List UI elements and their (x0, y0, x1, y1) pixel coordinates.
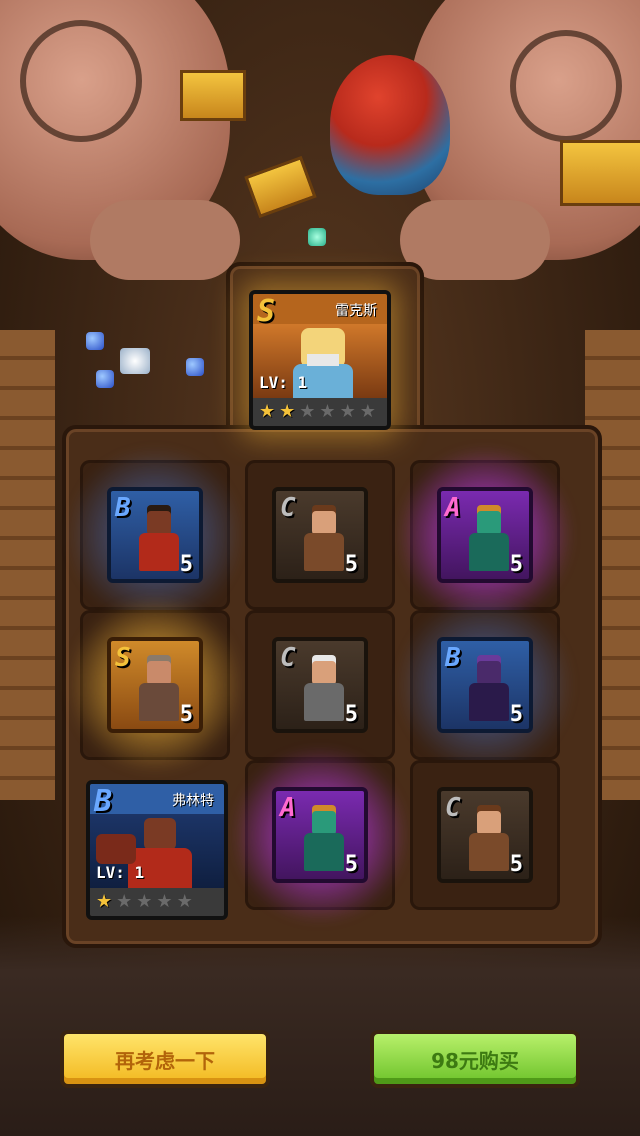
hero-slot: A 5 (231, 746, 409, 924)
rarity-label: A (445, 493, 461, 523)
hero-slot: C 5 (231, 596, 409, 774)
rarity-label: C (280, 493, 296, 523)
star-empty-icon: ★ (299, 401, 316, 422)
gold-bar-icon (244, 155, 317, 219)
hero-name: 弗林特 (172, 793, 214, 809)
hand-right (400, 200, 550, 280)
reconsider-button[interactable]: 再考虑一下 (60, 1030, 270, 1088)
hero-tile[interactable]: C 5 (272, 487, 368, 583)
star-empty-icon: ★ (116, 891, 133, 912)
gold-pile-icon (180, 70, 246, 121)
hero-sprite (135, 511, 183, 573)
star-empty-icon: ★ (176, 891, 193, 912)
level-label: 5 (344, 552, 358, 577)
star-empty-icon: ★ (339, 401, 356, 422)
hero-sprite (300, 511, 348, 573)
hero-tile[interactable]: A 5 (272, 787, 368, 883)
hero-tile[interactable]: S 5 (107, 637, 203, 733)
level-label: 5 (179, 702, 193, 727)
star-empty-icon: ★ (136, 891, 153, 912)
hand-left (90, 200, 240, 280)
hero-level: LV: 1 (96, 863, 145, 882)
star-filled-icon: ★ (96, 891, 113, 912)
game-scene: S 雷克斯 LV: 1 ★ ★ ★ ★ ★ ★ B 5 C 5 A 5 S 5 … (0, 0, 640, 1136)
rarity-label: S (115, 643, 131, 673)
hero-slot: A 5 (396, 446, 574, 624)
rarity-label: B (115, 493, 131, 523)
level-label: 5 (179, 552, 193, 577)
rooster-decoration (330, 55, 450, 195)
star-empty-icon: ★ (156, 891, 173, 912)
hero-slot: C 5 (396, 746, 574, 924)
wooden-wall-left (0, 330, 55, 800)
hero-sprite (300, 811, 348, 873)
featured-hero-card[interactable]: S 雷克斯 LV: 1 ★ ★ ★ ★ ★ ★ (249, 290, 391, 430)
rarity-label: A (280, 793, 296, 823)
level-label: 5 (344, 852, 358, 877)
hero-slot: B 5 (66, 446, 244, 624)
level-label: 5 (509, 852, 523, 877)
star-rating: ★ ★ ★ ★ ★ ★ (253, 398, 387, 426)
hero-slot: C 5 (231, 446, 409, 624)
blue-gem-icon (96, 370, 114, 388)
gold-chest-icon (560, 140, 640, 206)
bottom-decoration (0, 916, 640, 1136)
blue-gem-icon (86, 332, 104, 350)
hero-sprite (300, 661, 348, 723)
hero-sprite (135, 661, 183, 723)
star-empty-icon: ★ (319, 401, 336, 422)
hero-sprite (465, 661, 513, 723)
rarity-label: C (445, 793, 461, 823)
hero-tile[interactable]: C 5 (272, 637, 368, 733)
hero-sprite (465, 811, 513, 873)
silver-ore-icon (120, 348, 150, 374)
hero-tile[interactable]: A 5 (437, 487, 533, 583)
level-label: 5 (509, 702, 523, 727)
green-gem-icon (308, 228, 326, 246)
star-filled-icon: ★ (259, 401, 276, 422)
buy-button[interactable]: 98元购买 (370, 1030, 580, 1088)
hero-level: LV: 1 (259, 373, 308, 392)
star-rating: ★ ★ ★ ★ ★ (90, 888, 224, 916)
hero-slot: B 5 (396, 596, 574, 774)
hero-name: 雷克斯 (335, 303, 377, 319)
level-label: 5 (344, 702, 358, 727)
hero-tile[interactable]: B 5 (107, 487, 203, 583)
star-empty-icon: ★ (359, 401, 376, 422)
rarity-label: C (280, 643, 296, 673)
level-label: 5 (509, 552, 523, 577)
bottom-hero-card[interactable]: B 弗林特 LV: 1 ★ ★ ★ ★ ★ (86, 780, 228, 920)
hero-tile[interactable]: B 5 (437, 637, 533, 733)
blue-gem-icon (186, 358, 204, 376)
hero-tile[interactable]: C 5 (437, 787, 533, 883)
hero-slot: S 5 (66, 596, 244, 774)
hero-sprite (465, 511, 513, 573)
rarity-label: B (445, 643, 461, 673)
star-filled-icon: ★ (279, 401, 296, 422)
